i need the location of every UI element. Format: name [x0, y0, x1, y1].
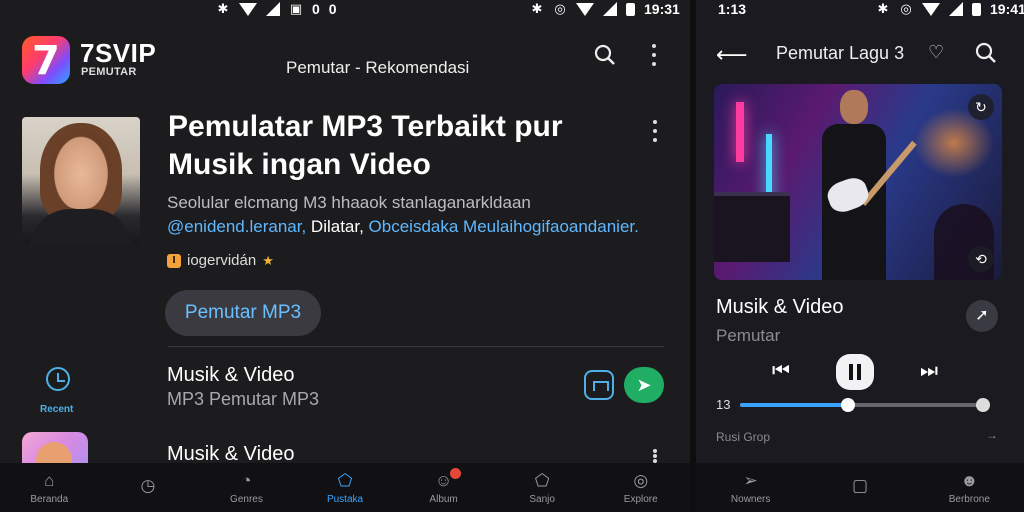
nav-item-playlist[interactable]: ⬠ Sanjo [493, 463, 592, 512]
profile-icon: ☻ [960, 470, 979, 490]
recent-clock-icon[interactable] [46, 367, 70, 391]
bottom-nav-left: ⌂ Beranda ◷ ◔ Genres ⬠ Pustaka ☺ Album ⬠… [0, 463, 690, 512]
hero-title: Pemulatar MP3 Terbaikt pur Musik ingan V… [168, 110, 563, 181]
list-item-subtitle: MP3 Pemutar MP3 [167, 389, 320, 409]
bluetooth-icon: ✱ [877, 1, 889, 16]
clock-icon: ◷ [140, 476, 156, 495]
previous-icon[interactable]: ⏮ [772, 360, 790, 383]
send-icon: ➢ [743, 470, 758, 490]
divider [168, 346, 664, 347]
queue-icon[interactable] [584, 370, 614, 400]
home-icon: ⌂ [44, 470, 55, 490]
header-title: Pemutar - Rekomendasi [286, 58, 470, 77]
bluetooth-icon: ✱ [531, 1, 543, 16]
play-mp3-button[interactable]: Pemutar MP3 [165, 290, 321, 336]
status-time: 19:41 [990, 1, 1024, 17]
hero-more-icon[interactable] [652, 120, 658, 142]
battery-icon [626, 2, 635, 16]
bottom-nav-right: ➢ Nowners ▢ ☻ Berbrone [696, 463, 1024, 512]
bookmark-icon: I [167, 253, 181, 268]
brand-subtitle: PEMUTAR [81, 66, 137, 78]
home-screen: ✱ ▣ 0 0 ✱ ◎ 19:31 7 7SVIP PEMUTAR Pemuta… [0, 0, 690, 512]
seek-knob[interactable] [841, 398, 855, 412]
search-icon[interactable] [594, 44, 616, 66]
explore-icon: ◎ [633, 470, 649, 490]
piano-graphic [714, 192, 790, 262]
player-title: Pemutar Lagu 3 [776, 43, 905, 63]
wifi-icon [576, 2, 594, 16]
bluetooth-icon: ✱ [217, 1, 229, 16]
refresh-icon[interactable]: ↻ [968, 94, 994, 120]
chip-label: iogervidán [187, 252, 257, 269]
nav-item-genres[interactable]: ◔ Genres [197, 463, 296, 512]
list-item-more-icon[interactable] [652, 449, 658, 463]
song-title: Musik & Video [716, 296, 844, 318]
sim-icon: ▣ [289, 1, 303, 16]
search-icon[interactable] [975, 42, 997, 64]
signal-icon [949, 2, 963, 16]
next-icon[interactable]: ⏭ [920, 360, 938, 383]
album-cover[interactable]: ↻ ⟲ [714, 84, 1002, 280]
hero-desc-second-line: @enidend.leranar, Dilatar, Obceisdaka Me… [167, 215, 667, 239]
nav-item-square[interactable]: ▢ [805, 463, 914, 512]
alarm-icon: ◎ [900, 1, 912, 16]
hero-desc-line: Seolular elcmang M3 hhaaok stanlaganarkl… [167, 193, 531, 212]
more-menu-icon[interactable] [651, 44, 657, 66]
nav-item-album[interactable]: ☺ Album [394, 463, 493, 512]
nav-item-clock[interactable]: ◷ [99, 463, 198, 512]
alarm-icon: ◎ [554, 1, 566, 16]
list-item-title[interactable]: Musik & Video [167, 364, 294, 387]
hero-description: Seolular elcmang M3 hhaaok stanlaganarkl… [167, 191, 667, 239]
chevron-right-icon[interactable]: → [986, 428, 998, 442]
hero-thumbnail[interactable]: ⤨ [22, 117, 140, 244]
status-value-b: 0 [328, 1, 337, 17]
status-bar-right-side: ✱ ◎ 19:31 [530, 0, 680, 18]
square-icon: ▢ [851, 476, 869, 495]
up-next-label: Rusi Grop [716, 430, 771, 444]
nav-item-explore[interactable]: ◎ Explore [591, 463, 690, 512]
heart-icon[interactable]: ♡ [928, 42, 944, 63]
hero-link-1[interactable]: @enidend.leranar, [167, 217, 306, 236]
artist-name: Pemutar [716, 326, 781, 345]
player-screen: 1:13 ✱ ◎ 19:41 ⟵ Pemutar Lagu 3 ♡ ↻ ⟲ Mu… [696, 0, 1024, 512]
category-chip[interactable]: I iogervidán ★ [167, 252, 274, 269]
current-time: 13 [716, 397, 731, 412]
app-logo[interactable]: 7 [22, 36, 70, 84]
share-icon[interactable]: ➚ [966, 300, 998, 332]
nav-item-send[interactable]: ➢ Nowners [696, 463, 805, 512]
star-icon: ★ [262, 252, 274, 268]
status-value-a: 0 [312, 1, 320, 17]
recent-label: Recent [40, 404, 74, 415]
status-time: 1:13 [718, 1, 747, 17]
brand-name: 7SVIP [80, 38, 157, 68]
nav-item-library[interactable]: ⬠ Pustaka [296, 463, 395, 512]
notification-badge [449, 468, 461, 479]
nav-item-home[interactable]: ⌂ Beranda [0, 463, 99, 512]
genres-icon: ◔ [241, 470, 252, 490]
hero-desc-mid: Dilatar, [306, 217, 369, 236]
signal-icon [266, 2, 280, 16]
expand-icon[interactable]: ⟲ [968, 246, 994, 272]
nav-item-profile[interactable]: ☻ Berbrone [915, 463, 1024, 512]
pause-button[interactable] [836, 354, 874, 390]
seek-bar[interactable] [740, 398, 980, 412]
playlist-icon: ⬠ [534, 470, 550, 490]
status-bar-player-right: ✱ ◎ 19:41 [876, 0, 1024, 18]
volume-knob[interactable] [976, 398, 990, 412]
back-arrow-icon[interactable]: ⟵ [716, 42, 748, 68]
wifi-icon [239, 2, 257, 16]
status-bar-left: ✱ ▣ 0 0 [216, 0, 337, 18]
wifi-icon [922, 2, 940, 16]
status-bar-player: 1:13 [718, 0, 746, 18]
play-button[interactable]: ➤ [624, 367, 664, 403]
seek-bar-progress [740, 403, 848, 407]
list-item-thumbnail[interactable] [22, 432, 88, 466]
signal-icon [603, 2, 617, 16]
status-time: 19:31 [644, 1, 680, 17]
battery-icon [972, 2, 981, 16]
hero-link-2[interactable]: Obceisdaka Meulaihogifaoandanier. [369, 217, 639, 236]
library-icon: ⬠ [337, 470, 353, 490]
